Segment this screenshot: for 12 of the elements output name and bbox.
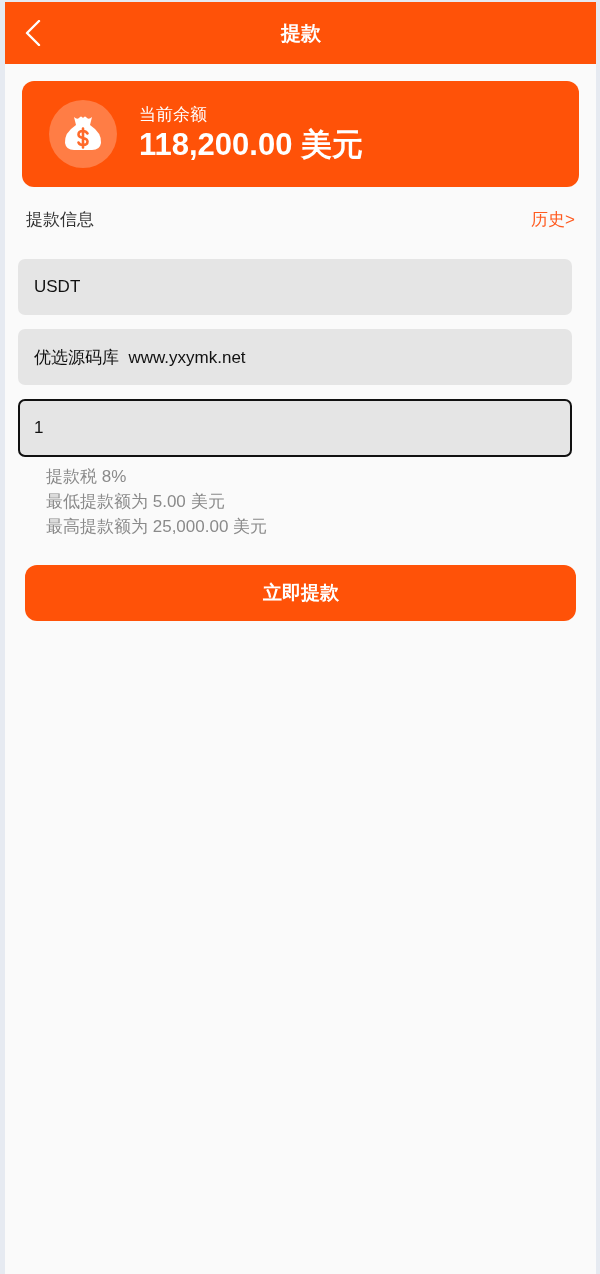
money-bag-icon (49, 100, 117, 168)
balance-label: 当前余额 (139, 104, 208, 126)
withdrawal-note: 提款税 8% (46, 466, 128, 488)
back-icon[interactable] (25, 20, 41, 46)
withdrawal-note: 最高提款额为 25,000.00 美元 (46, 516, 269, 538)
input-field[interactable]: 1 (18, 399, 572, 457)
withdrawal-note: 最低提款额为 5.00 美元 (46, 491, 226, 513)
page-title: 提款 (280, 21, 321, 46)
section-title: 提款信息 (26, 209, 94, 232)
input-field[interactable]: USDT (18, 259, 572, 315)
balance-amount: 118,200.00 美元 (139, 126, 364, 164)
input-field[interactable]: 优选源码库 www.yxymk.net (18, 329, 572, 385)
